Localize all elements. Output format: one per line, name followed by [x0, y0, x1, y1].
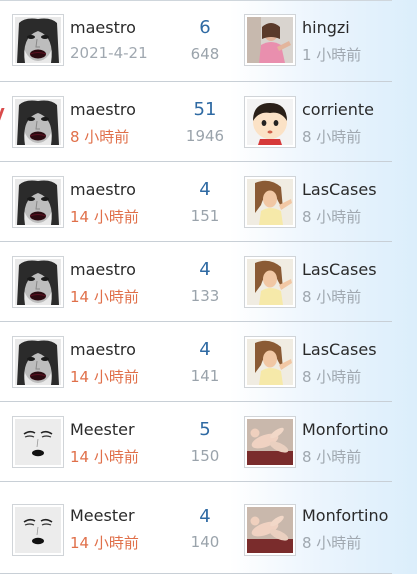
author-post-time: 14 小時前 — [70, 208, 139, 226]
author-avatar[interactable] — [12, 504, 64, 556]
view-count: 150 — [190, 447, 220, 465]
author-name[interactable]: maestro — [70, 180, 136, 199]
view-count: 151 — [190, 207, 220, 225]
author-avatar[interactable] — [12, 96, 64, 148]
woman-photo-avatar — [247, 179, 293, 225]
reply-count[interactable]: 5 — [176, 419, 234, 440]
author-name[interactable]: maestro — [70, 260, 136, 279]
last-poster-name[interactable]: Monfortino — [302, 506, 388, 525]
author-post-time: 14 小時前 — [70, 448, 139, 466]
author-avatar[interactable] — [12, 336, 64, 388]
author-avatar[interactable] — [12, 416, 64, 468]
last-poster-avatar[interactable] — [244, 96, 296, 148]
woman-photo-avatar — [247, 259, 293, 305]
author-post-time: 2021-4-21 — [70, 44, 148, 62]
pink-figure-avatar — [247, 507, 293, 553]
author-avatar[interactable] — [12, 256, 64, 308]
author-name[interactable]: Meester — [70, 506, 135, 525]
author-post-time: 14 小時前 — [70, 368, 139, 386]
dark-lips-face-avatar — [15, 339, 61, 385]
last-poster-avatar[interactable] — [244, 504, 296, 556]
author-post-time: 8 小時前 — [70, 128, 130, 146]
last-poster-avatar[interactable] — [244, 14, 296, 66]
sketch-face-avatar — [15, 419, 61, 465]
cartoon-girl-avatar — [247, 99, 293, 145]
author-name[interactable]: Meester — [70, 420, 135, 439]
view-count: 140 — [190, 533, 220, 551]
author-post-time: 14 小時前 — [70, 288, 139, 306]
last-post-time: 8 小時前 — [302, 368, 362, 386]
last-poster-avatar[interactable] — [244, 256, 296, 308]
thread-row: maestro 8 小時前 51 1946 corriente 8 小時前 — [0, 82, 392, 162]
author-name[interactable]: maestro — [70, 18, 136, 37]
last-post-time: 1 小時前 — [302, 46, 362, 64]
last-poster-avatar[interactable] — [244, 176, 296, 228]
dark-lips-face-avatar — [15, 99, 61, 145]
last-post-time: 8 小時前 — [302, 128, 362, 146]
reply-count[interactable]: 4 — [176, 259, 234, 280]
last-poster-name[interactable]: hingzi — [302, 18, 350, 37]
thread-row: maestro 14 小時前 4 151 LasCases 8 小時前 — [0, 162, 392, 242]
last-poster-name[interactable]: LasCases — [302, 340, 377, 359]
author-name[interactable]: maestro — [70, 100, 136, 119]
pink-photo-avatar — [247, 17, 293, 63]
thread-list: maestro 2021-4-21 6 648 hingzi 1 小時前 maestro 8 … — [0, 0, 417, 574]
last-post-time: 8 小時前 — [302, 208, 362, 226]
reply-count[interactable]: 6 — [176, 17, 234, 38]
view-count: 1946 — [185, 127, 225, 145]
thread-row: maestro 2021-4-21 6 648 hingzi 1 小時前 — [0, 0, 392, 82]
last-poster-avatar[interactable] — [244, 416, 296, 468]
reply-count[interactable]: 4 — [176, 506, 234, 527]
sketch-face-avatar — [15, 507, 61, 553]
last-poster-avatar[interactable] — [244, 336, 296, 388]
thread-row: Meester 14 小時前 5 150 Monfortino 8 小時前 — [0, 402, 392, 482]
reply-count[interactable]: 4 — [176, 339, 234, 360]
dark-lips-face-avatar — [15, 179, 61, 225]
view-count: 141 — [190, 367, 220, 385]
new-thread-marker — [0, 108, 5, 122]
reply-count[interactable]: 51 — [176, 99, 234, 120]
thread-row: Meester 14 小時前 4 140 Monfortino 8 小時前 — [0, 482, 392, 574]
dark-lips-face-avatar — [15, 17, 61, 63]
dark-lips-face-avatar — [15, 259, 61, 305]
pink-figure-avatar — [247, 419, 293, 465]
thread-row: maestro 14 小時前 4 133 LasCases 8 小時前 — [0, 242, 392, 322]
view-count: 648 — [190, 45, 220, 63]
last-post-time: 8 小時前 — [302, 288, 362, 306]
reply-count[interactable]: 4 — [176, 179, 234, 200]
last-poster-name[interactable]: LasCases — [302, 180, 377, 199]
author-avatar[interactable] — [12, 14, 64, 66]
last-poster-name[interactable]: corriente — [302, 100, 374, 119]
author-avatar[interactable] — [12, 176, 64, 228]
last-poster-name[interactable]: Monfortino — [302, 420, 388, 439]
author-post-time: 14 小時前 — [70, 534, 139, 552]
last-poster-name[interactable]: LasCases — [302, 260, 377, 279]
last-post-time: 8 小時前 — [302, 534, 362, 552]
view-count: 133 — [190, 287, 220, 305]
author-name[interactable]: maestro — [70, 340, 136, 359]
woman-photo-avatar — [247, 339, 293, 385]
thread-row: maestro 14 小時前 4 141 LasCases 8 小時前 — [0, 322, 392, 402]
last-post-time: 8 小時前 — [302, 448, 362, 466]
